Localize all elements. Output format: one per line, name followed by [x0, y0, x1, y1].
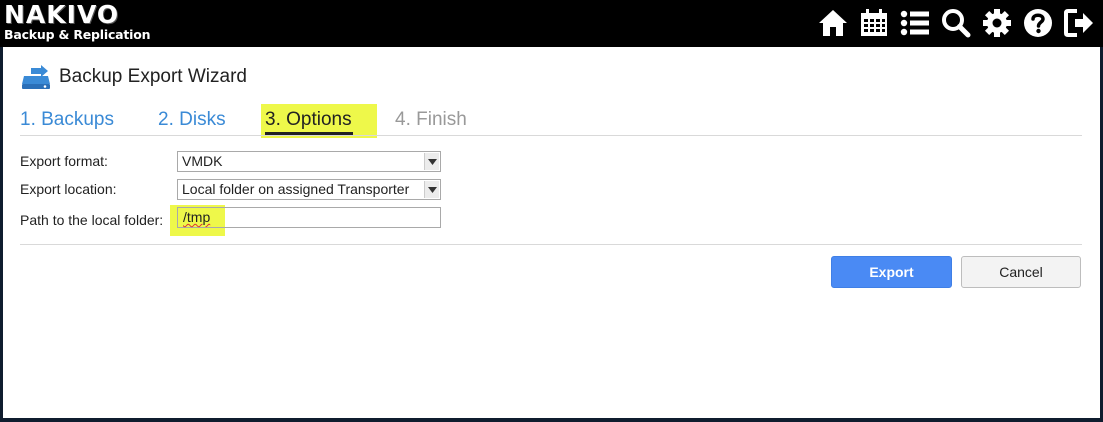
step-finish: 4. Finish	[395, 109, 467, 130]
active-step-underline	[265, 132, 353, 135]
divider	[20, 244, 1082, 245]
logo-main-text: NAKIVO	[4, 0, 120, 29]
calendar-icon[interactable]	[855, 4, 892, 42]
chevron-down-icon	[424, 153, 439, 170]
list-icon[interactable]	[896, 4, 933, 42]
step-options[interactable]: 3. Options	[265, 108, 352, 132]
step-disks[interactable]: 2. Disks	[158, 108, 226, 132]
home-icon[interactable]	[814, 4, 851, 42]
path-label: Path to the local folder:	[20, 212, 164, 228]
nakivo-logo: NAKIVO Backup & Replication	[4, 0, 151, 42]
path-value: /tmp	[183, 209, 211, 225]
export-location-select[interactable]: Local folder on assigned Transporter	[177, 179, 441, 200]
path-input[interactable]: /tmp	[177, 207, 441, 228]
toolbar-icons	[814, 4, 1097, 42]
export-format-value: VMDK	[182, 153, 223, 169]
export-location-label: Export location:	[20, 181, 117, 197]
help-icon[interactable]	[1019, 4, 1056, 42]
wizard-title: Backup Export Wizard	[59, 66, 247, 87]
search-icon[interactable]	[937, 4, 974, 42]
export-location-value: Local folder on assigned Transporter	[182, 181, 410, 197]
export-button[interactable]: Export	[831, 256, 952, 288]
top-bar: NAKIVO Backup & Replication	[0, 0, 1103, 47]
export-wizard-icon	[22, 65, 50, 89]
cancel-button[interactable]: Cancel	[961, 256, 1081, 288]
step-backups[interactable]: 1. Backups	[20, 108, 114, 132]
export-format-select[interactable]: VMDK	[177, 151, 441, 172]
gear-icon[interactable]	[978, 4, 1015, 42]
logo-sub-text: Backup & Replication	[4, 27, 151, 42]
wizard-header: Backup Export Wizard	[21, 64, 247, 90]
chevron-down-icon	[424, 181, 439, 198]
logout-icon[interactable]	[1060, 4, 1097, 42]
export-format-label: Export format:	[20, 153, 108, 169]
divider	[20, 135, 1082, 136]
wizard-panel: Backup Export Wizard 1. Backups 2. Disks…	[3, 47, 1100, 418]
